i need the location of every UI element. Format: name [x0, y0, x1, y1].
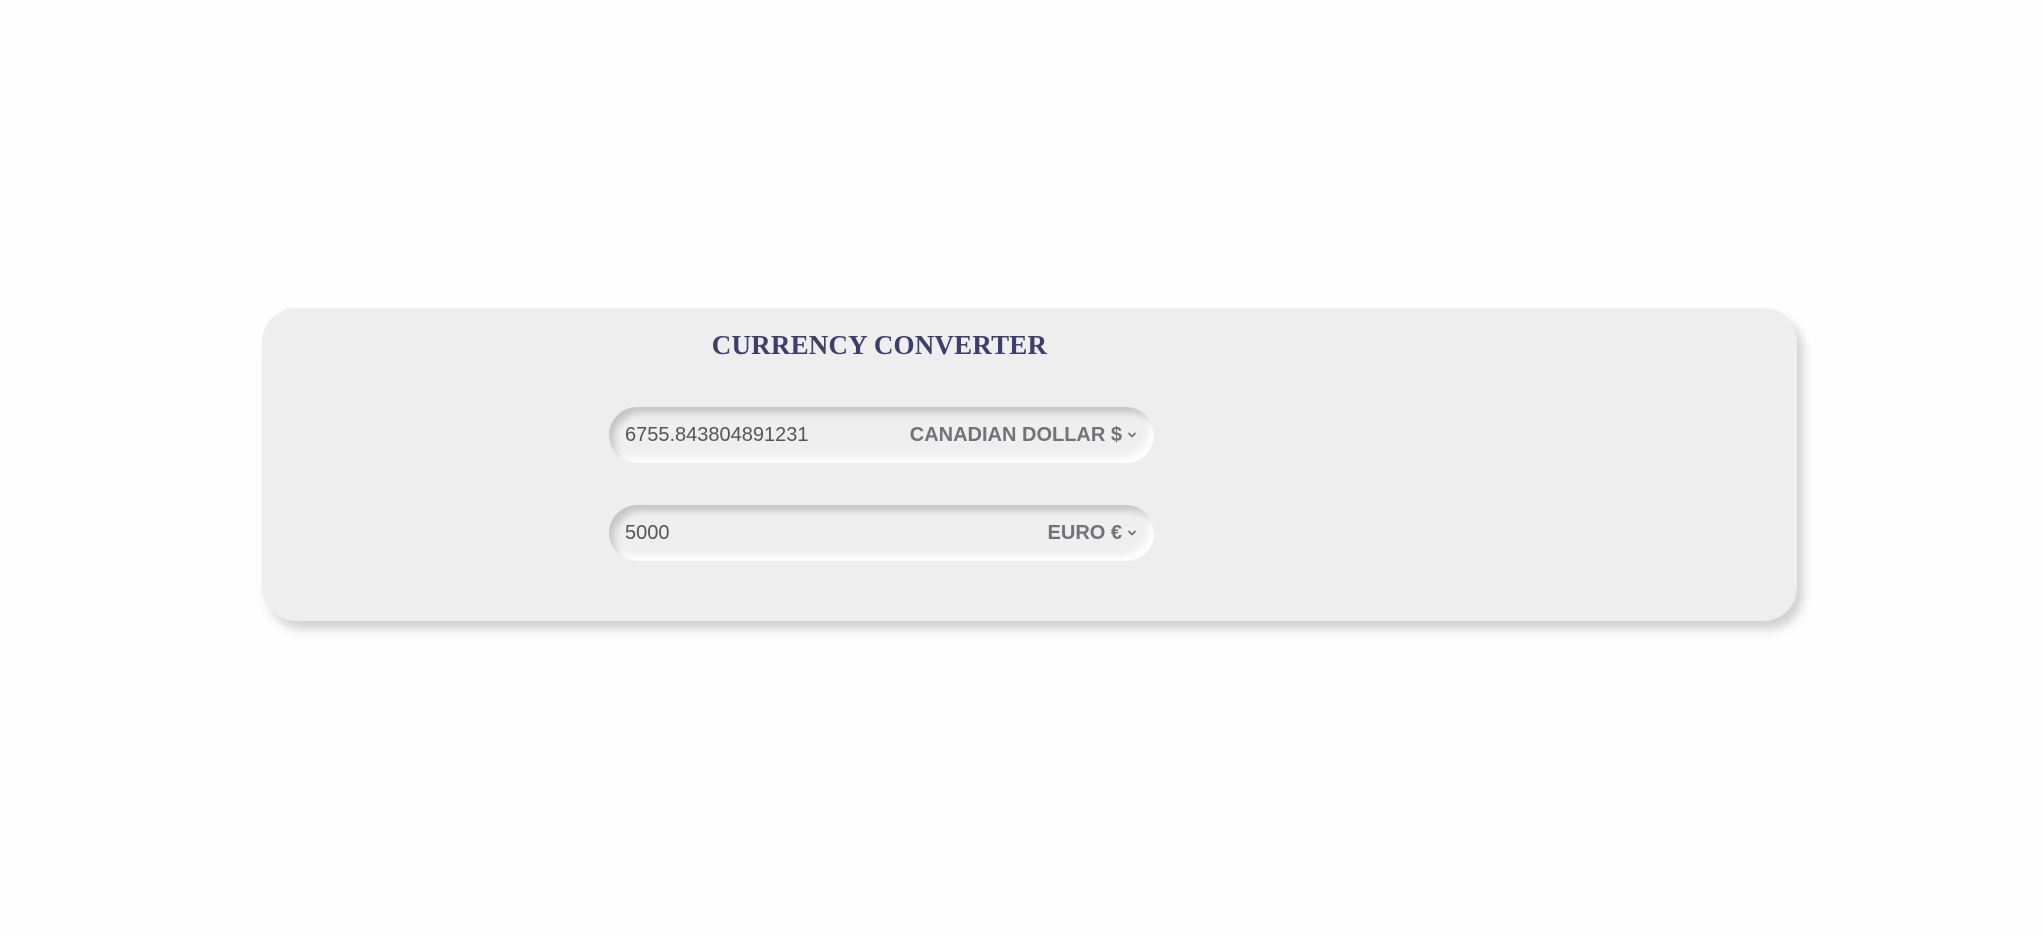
to-amount-input[interactable]: [625, 521, 1048, 545]
converter-card: CURRENCY CONVERTER CANADIAN DOLLAR $ EUR…: [262, 308, 1797, 621]
to-currency-field: EURO €: [609, 505, 1154, 561]
chevron-down-icon: [1128, 530, 1136, 536]
page-title: CURRENCY CONVERTER: [711, 330, 1048, 360]
from-amount-input[interactable]: [625, 423, 910, 447]
from-currency-label: CANADIAN DOLLAR $: [909, 423, 1122, 446]
to-currency-label: EURO €: [1047, 521, 1122, 544]
from-currency-field: CANADIAN DOLLAR $: [609, 407, 1154, 463]
chevron-down-icon: [1128, 432, 1136, 438]
from-currency-select[interactable]: CANADIAN DOLLAR $: [910, 424, 1138, 447]
to-currency-select[interactable]: EURO €: [1048, 522, 1138, 545]
